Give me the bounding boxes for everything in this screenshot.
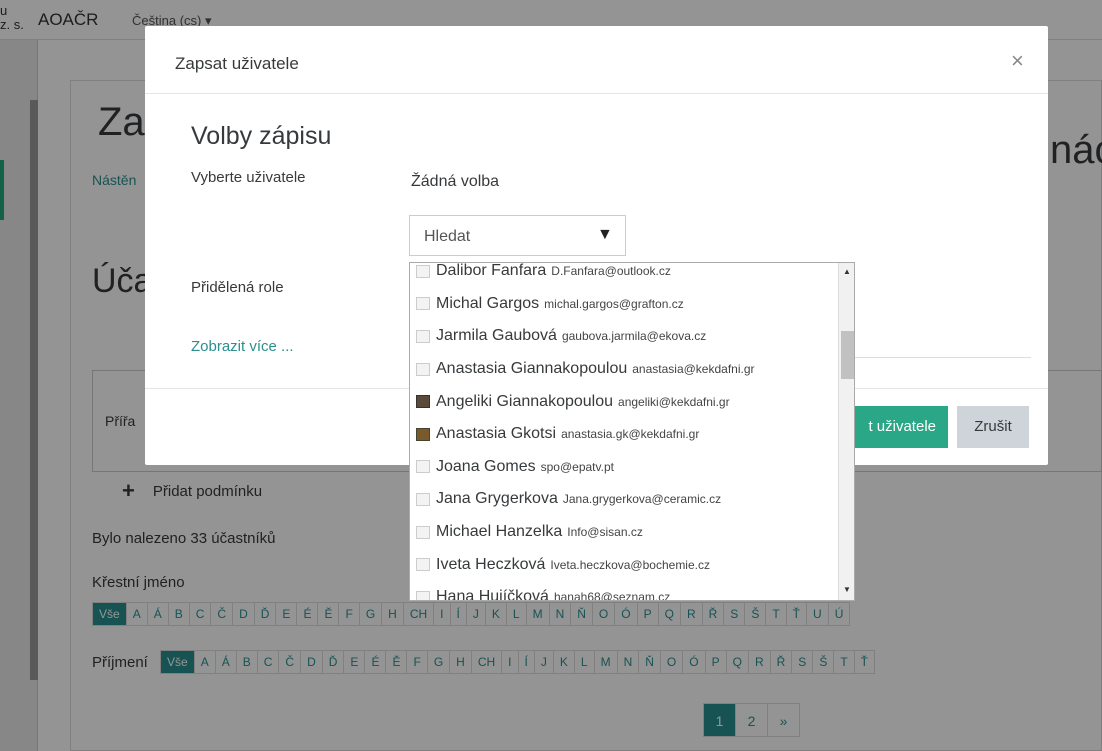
user-avatar-icon bbox=[416, 395, 430, 409]
user-avatar-icon bbox=[416, 362, 430, 376]
user-avatar-icon bbox=[416, 525, 430, 539]
user-option[interactable]: Jana Grygerkova Jana.grygerkova@ceramic.c… bbox=[410, 483, 838, 516]
user-email: michal.gargos@grafton.cz bbox=[544, 296, 684, 311]
user-name: Michael Hanzelka bbox=[436, 523, 563, 541]
user-email: Iveta.heczkova@bochemie.cz bbox=[550, 557, 710, 572]
assigned-role-label: Přidělená role bbox=[191, 279, 284, 296]
user-option[interactable]: Angeliki Giannakopoulou angeliki@kekdafni… bbox=[410, 385, 838, 418]
user-name: Jana Grygerkova bbox=[436, 490, 558, 508]
modal-title: Zapsat uživatele bbox=[175, 54, 299, 73]
user-avatar-icon bbox=[416, 297, 430, 311]
user-option[interactable]: Anastasia Gkotsi anastasia.gk@kekdafni.gr bbox=[410, 418, 838, 451]
user-option[interactable]: Michael Hanzelka Info@sisan.cz bbox=[410, 516, 838, 549]
user-name: Iveta Heczková bbox=[436, 555, 546, 573]
user-option[interactable]: Anastasia Giannakopoulou anastasia@kekdaf… bbox=[410, 353, 838, 386]
user-name: Jarmila Gaubová bbox=[436, 327, 557, 345]
scroll-up-icon[interactable]: ▲ bbox=[843, 267, 851, 276]
user-option[interactable]: Hana Hujíčková hanah68@seznam.cz bbox=[410, 581, 838, 601]
list-scrollbar[interactable]: ▲ ▼ bbox=[838, 263, 854, 600]
user-avatar-icon bbox=[416, 558, 430, 572]
cancel-button[interactable]: Zrušit bbox=[957, 406, 1029, 448]
user-option[interactable]: Iveta Heczková Iveta.heczkova@bochemie.cz bbox=[410, 548, 838, 581]
search-placeholder: Hledat bbox=[424, 228, 471, 245]
select-users-label: Vyberte uživatele bbox=[191, 169, 306, 186]
user-option[interactable]: Dalibor Fanfara D.Fanfara@outlook.cz bbox=[410, 262, 838, 288]
show-more-link[interactable]: Zobrazit více ... bbox=[191, 338, 294, 355]
user-option[interactable]: Joana Gomes spo@epatv.pt bbox=[410, 451, 838, 484]
user-name: Hana Hujíčková bbox=[436, 588, 549, 601]
user-avatar-icon bbox=[416, 460, 430, 474]
user-avatar-icon bbox=[416, 427, 430, 441]
user-search-select[interactable]: Hledat ▼ bbox=[409, 215, 626, 256]
dropdown-arrow-icon[interactable]: ▼ bbox=[597, 226, 613, 244]
user-avatar-icon bbox=[416, 590, 430, 600]
user-name: Anastasia Gkotsi bbox=[436, 425, 557, 443]
user-email: D.Fanfara@outlook.cz bbox=[551, 264, 671, 279]
user-email: gaubova.jarmila@ekova.cz bbox=[561, 329, 707, 344]
no-selection-text: Žádná volba bbox=[411, 173, 500, 190]
user-suggestions-list: Dalibor Fanfara D.Fanfara@outlook.cz Micha… bbox=[409, 262, 855, 601]
user-avatar-icon bbox=[416, 264, 430, 278]
user-option[interactable]: Michal Gargos michal.gargos@grafton.cz bbox=[410, 288, 838, 321]
modal-header: Zapsat uživatele × bbox=[145, 26, 1048, 94]
user-name: Angeliki Giannakopoulou bbox=[436, 392, 614, 410]
scroll-down-icon[interactable]: ▼ bbox=[843, 585, 851, 594]
user-option[interactable]: Jarmila Gaubová gaubova.jarmila@ekova.cz bbox=[410, 320, 838, 353]
user-email: angeliki@kekdafni.gr bbox=[618, 394, 730, 409]
user-name: Michal Gargos bbox=[436, 294, 540, 312]
user-email: anastasia.gk@kekdafni.gr bbox=[561, 427, 700, 442]
user-name: Joana Gomes bbox=[436, 457, 536, 475]
user-email: Jana.grygerkova@ceramic.cz bbox=[562, 492, 722, 507]
divider bbox=[835, 357, 1031, 358]
user-avatar-icon bbox=[416, 492, 430, 506]
user-email: anastasia@kekdafni.gr bbox=[632, 362, 755, 377]
user-email: hanah68@seznam.cz bbox=[553, 590, 671, 601]
user-avatar-icon bbox=[416, 329, 430, 343]
enrolment-options-heading: Volby zápisu bbox=[191, 122, 332, 150]
close-icon[interactable]: × bbox=[1011, 48, 1024, 74]
user-email: Info@sisan.cz bbox=[567, 525, 643, 540]
user-name: Dalibor Fanfara bbox=[436, 262, 547, 280]
scrollbar-thumb[interactable] bbox=[841, 331, 854, 379]
user-name: Anastasia Giannakopoulou bbox=[436, 360, 628, 378]
user-items: Dalibor Fanfara D.Fanfara@outlook.cz Micha… bbox=[410, 262, 838, 601]
user-email: spo@epatv.pt bbox=[540, 459, 614, 474]
